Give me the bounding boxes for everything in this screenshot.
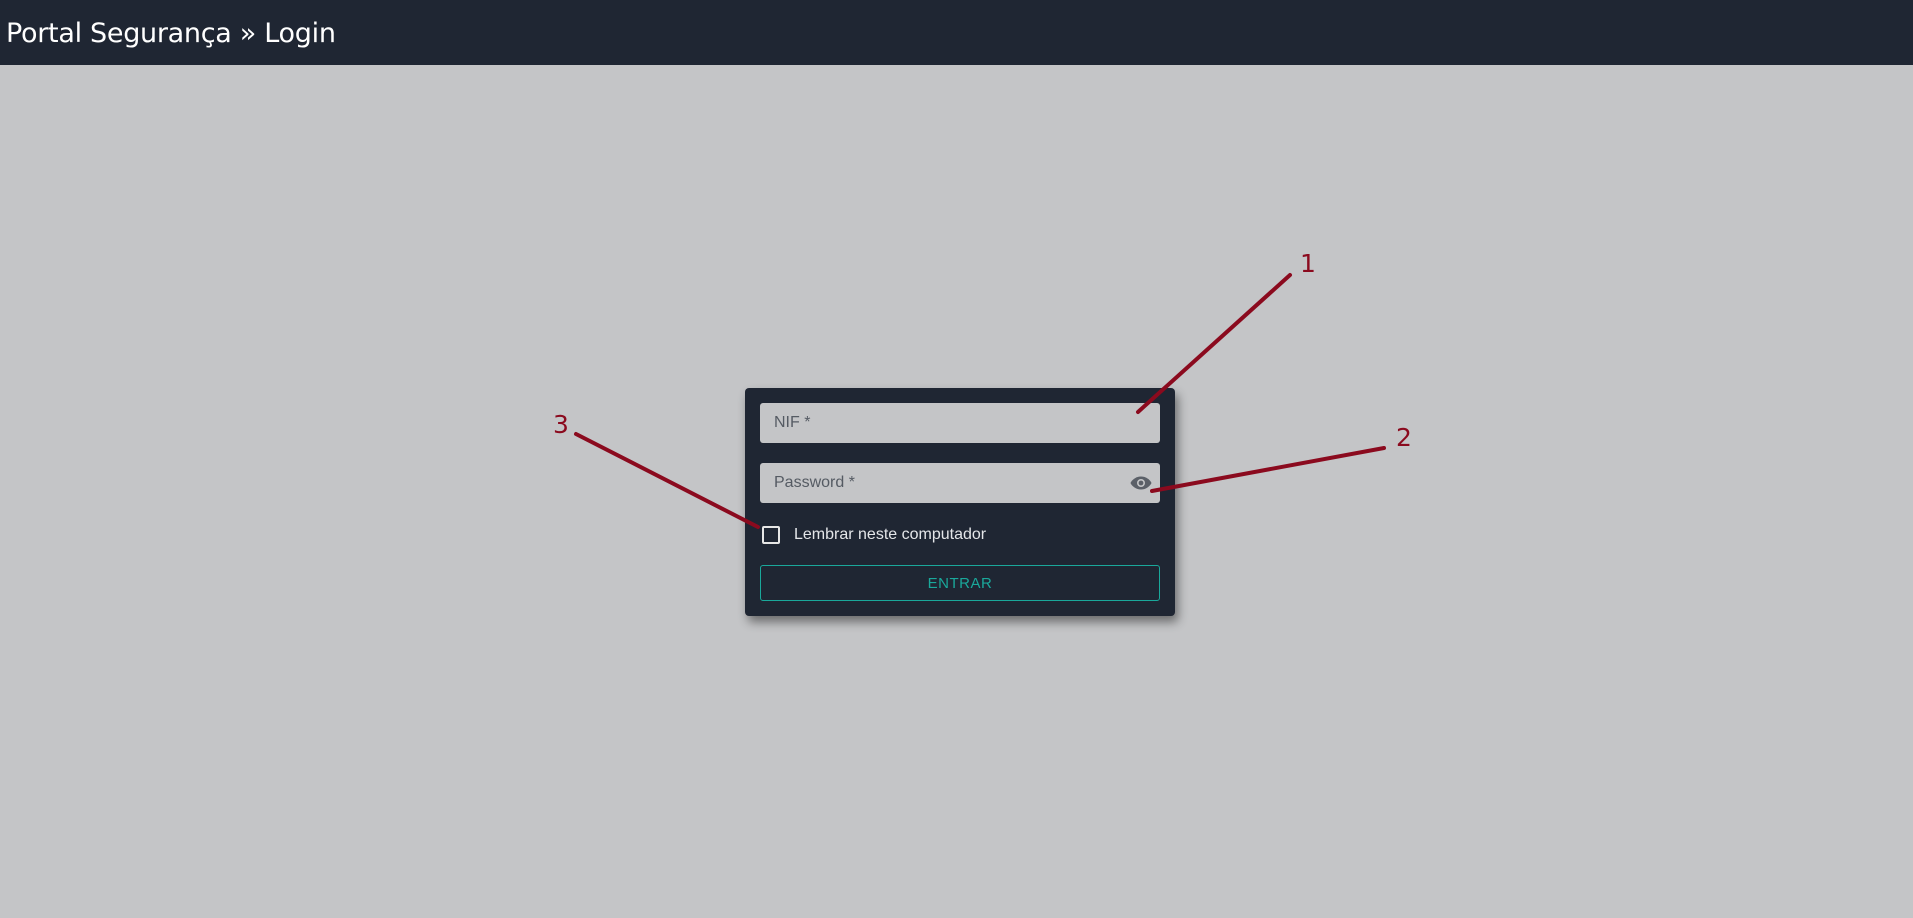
- page-title: Portal Segurança » Login: [6, 18, 336, 49]
- nif-field-container: [760, 403, 1160, 443]
- show-password-button[interactable]: [1128, 472, 1154, 494]
- callout-line-3: [574, 432, 760, 529]
- callout-number-3: 3: [553, 410, 569, 439]
- remember-label: Lembrar neste computador: [794, 526, 987, 543]
- callout-number-1: 1: [1300, 249, 1316, 278]
- callout-number-2: 2: [1396, 423, 1412, 452]
- remember-checkbox[interactable]: [762, 526, 780, 544]
- callout-line-2: [1150, 446, 1386, 493]
- password-field-container: [760, 463, 1160, 503]
- remember-me[interactable]: Lembrar neste computador: [760, 524, 986, 546]
- eye-icon: [1130, 476, 1152, 490]
- login-card: Lembrar neste computador ENTRAR: [745, 388, 1175, 616]
- password-input[interactable]: [760, 463, 1160, 503]
- top-bar: Portal Segurança » Login: [0, 0, 1913, 65]
- nif-input[interactable]: [760, 403, 1160, 443]
- login-button[interactable]: ENTRAR: [760, 565, 1160, 601]
